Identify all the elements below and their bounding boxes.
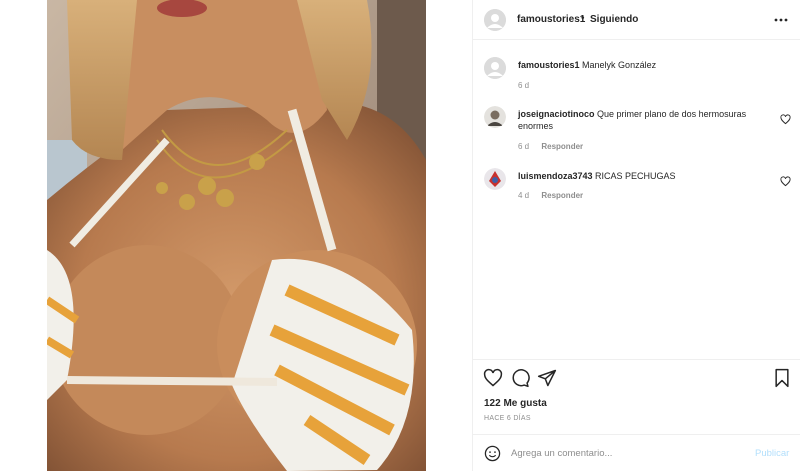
heart-icon[interactable] xyxy=(483,368,503,388)
post-timestamp: HACE 6 DÍAS xyxy=(484,415,531,422)
post-dialog: famoustories1 • Siguiendo famoustories1 … xyxy=(0,0,800,471)
heart-icon[interactable] xyxy=(780,112,791,125)
media-area xyxy=(0,0,472,471)
reply-button[interactable]: Responder xyxy=(541,142,583,151)
user-photo-avatar-icon xyxy=(484,168,506,190)
comment-text: luismendoza3743 RICAS PECHUGAS xyxy=(518,170,773,182)
more-horizontal-icon[interactable] xyxy=(773,13,789,25)
default-avatar-icon xyxy=(484,57,506,79)
publish-button[interactable]: Publicar xyxy=(755,448,789,459)
default-avatar-icon xyxy=(484,9,506,31)
heart-icon[interactable] xyxy=(780,174,791,187)
comment-composer: Publicar xyxy=(473,434,800,471)
post-header: famoustories1 • Siguiendo xyxy=(473,0,800,40)
paper-plane-icon[interactable] xyxy=(537,368,557,388)
bookmark-icon[interactable] xyxy=(772,368,792,388)
comments-list: famoustories1 Manelyk González 6 d josei… xyxy=(473,41,800,359)
caption-username[interactable]: famoustories1 xyxy=(518,60,580,70)
author-username[interactable]: famoustories1 xyxy=(517,14,585,25)
caption-meta: 6 d xyxy=(518,81,529,90)
comment-input[interactable] xyxy=(511,445,741,462)
follow-status-button[interactable]: Siguiendo xyxy=(590,14,638,25)
reply-button[interactable]: Responder xyxy=(541,191,583,200)
comment-body: RICAS PECHUGAS xyxy=(595,171,676,181)
user-photo-avatar-icon xyxy=(484,106,506,128)
comment-username[interactable]: joseignaciotinoco xyxy=(518,109,595,119)
comment-time: 6 d xyxy=(518,142,530,151)
author-avatar[interactable] xyxy=(484,9,506,31)
post-actions: 122 Me gusta HACE 6 DÍAS xyxy=(473,359,800,434)
comment-meta: 4 d Responder xyxy=(518,191,583,200)
caption-time: 6 d xyxy=(518,81,530,90)
header-separator: • xyxy=(581,13,585,24)
post-side-panel: famoustories1 • Siguiendo famoustories1 … xyxy=(472,0,800,471)
comment-avatar[interactable] xyxy=(484,168,506,190)
caption-body: Manelyk González xyxy=(582,60,657,70)
comment-time: 4 d xyxy=(518,191,530,200)
caption-text: famoustories1 Manelyk González xyxy=(518,59,773,71)
comment-text: joseignaciotinoco Que primer plano de do… xyxy=(518,108,773,132)
photo-illustration xyxy=(47,0,426,471)
post-photo[interactable] xyxy=(47,0,426,471)
comment-meta: 6 d Responder xyxy=(518,142,583,151)
caption-avatar[interactable] xyxy=(484,57,506,79)
comment-username[interactable]: luismendoza3743 xyxy=(518,171,593,181)
comment-bubble-icon[interactable] xyxy=(510,368,530,388)
comment-avatar[interactable] xyxy=(484,106,506,128)
smiley-icon[interactable] xyxy=(484,445,501,462)
likes-count[interactable]: 122 Me gusta xyxy=(484,398,547,409)
